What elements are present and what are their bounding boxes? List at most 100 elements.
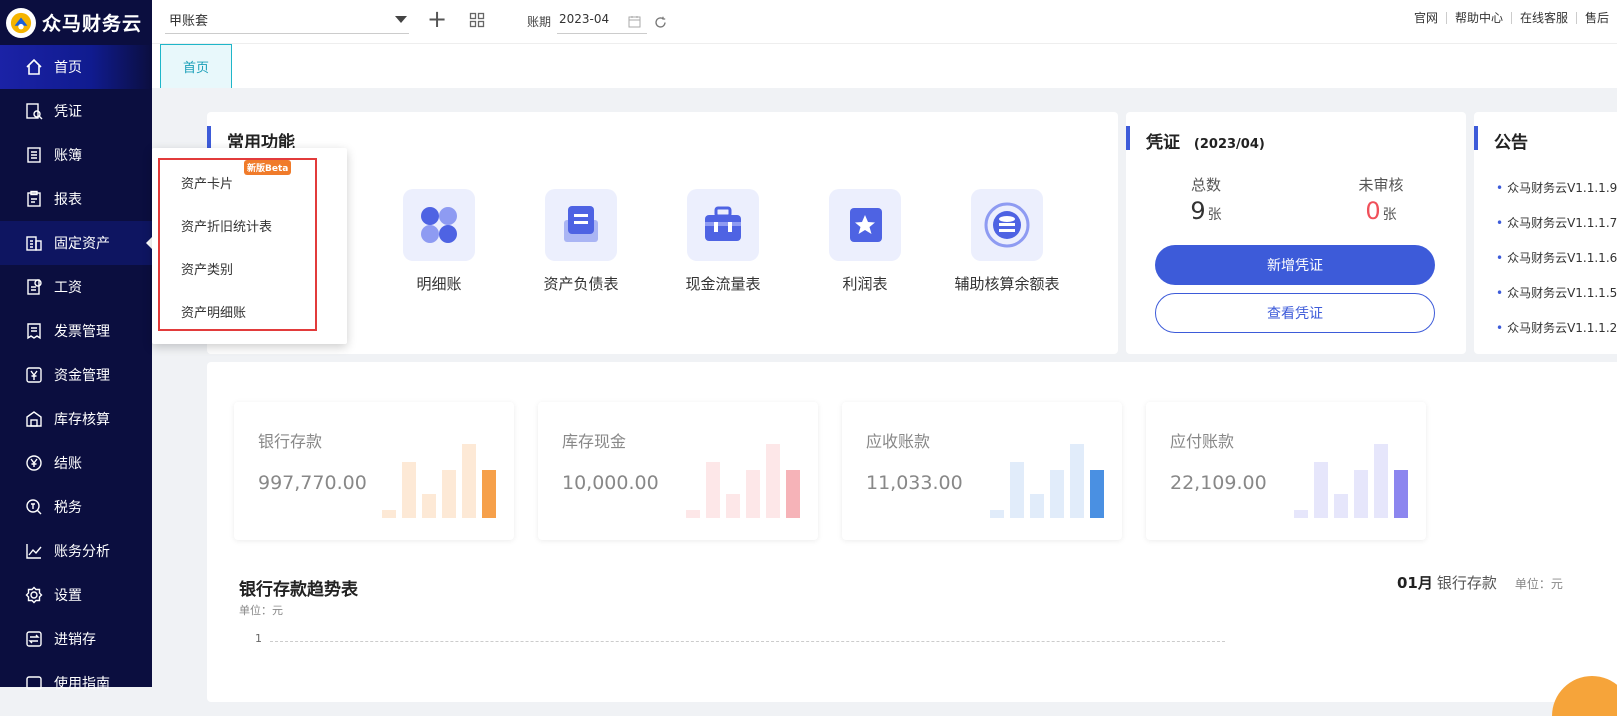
voucher-period: (2023/04)	[1193, 137, 1265, 152]
voucher-icon	[24, 101, 44, 121]
sidebar-item-report[interactable]: 报表	[0, 177, 152, 221]
func-cash-flow[interactable]: 现金流量表	[658, 189, 788, 294]
link-help-center[interactable]: 帮助中心	[1445, 12, 1511, 24]
warehouse-icon	[24, 409, 44, 429]
kpi-sparkbar-icon	[382, 444, 496, 518]
kpi-bank-deposit[interactable]: 银行存款 997,770.00	[234, 402, 514, 540]
announcement-item[interactable]: 众马财务云V1.1.1.7固	[1496, 214, 1617, 231]
add-account-button[interactable]: +	[427, 7, 447, 31]
sidebar-item-label: 资金管理	[54, 368, 110, 384]
yen-icon	[24, 365, 44, 385]
func-profit[interactable]: 利润表	[800, 189, 930, 294]
sidebar-item-home[interactable]: 首页	[0, 45, 152, 89]
kpi-payable[interactable]: 应付账款 22,109.00	[1146, 402, 1426, 540]
new-voucher-button[interactable]: 新增凭证	[1155, 245, 1435, 285]
sidebar-item-ledger[interactable]: 账簿	[0, 133, 152, 177]
kpi-value: 10,000.00	[562, 472, 659, 494]
sidebar-item-settings[interactable]: 设置	[0, 573, 152, 617]
kpi-title: 应付账款	[1170, 432, 1235, 451]
chart-gridline	[270, 641, 1225, 642]
sidebar-item-label: 账簿	[54, 148, 82, 164]
sidebar-item-settle[interactable]: 结账	[0, 441, 152, 485]
trend-unit: 单位：元	[239, 604, 283, 617]
period-value: 2023-04	[559, 12, 610, 26]
gear-icon	[24, 585, 44, 605]
kpi-title: 库存现金	[562, 432, 627, 451]
sidebar-item-invoice[interactable]: 发票管理	[0, 309, 152, 353]
link-official-site[interactable]: 官网	[1406, 12, 1446, 24]
topbar: 甲账套 + 账期 2023-04 官网 帮助中心 在线客服 售后	[152, 0, 1617, 44]
submenu-asset-category[interactable]: 资产类别	[181, 259, 233, 278]
view-voucher-button[interactable]: 查看凭证	[1155, 293, 1435, 333]
home-icon	[24, 57, 44, 77]
trend-month: 01月	[1397, 574, 1433, 592]
submenu-asset-card[interactable]: 资产卡片	[181, 173, 233, 192]
func-detail-ledger[interactable]: 明细账	[374, 189, 504, 294]
sidebar-item-fixed-assets[interactable]: 固定资产	[0, 221, 152, 265]
sidebar-item-inventory[interactable]: 库存核算	[0, 397, 152, 441]
sidebar-item-label: 使用指南	[54, 676, 110, 692]
kpi-value: 11,033.00	[866, 472, 963, 494]
balance-sheet-icon	[545, 189, 617, 261]
detail-ledger-icon	[403, 189, 475, 261]
kpi-receivable[interactable]: 应收账款 11,033.00	[842, 402, 1122, 540]
aux-balance-icon	[971, 189, 1043, 261]
link-online-service[interactable]: 在线客服	[1510, 12, 1576, 24]
tax-icon	[24, 497, 44, 517]
announcement-item[interactable]: 众马财务云V1.1.1.5基	[1496, 284, 1617, 301]
func-label: 辅助核算余额表	[954, 275, 1060, 293]
sidebar-item-label: 结账	[54, 456, 82, 472]
sidebar-item-analysis[interactable]: 账务分析	[0, 529, 152, 573]
top-links: 官网 帮助中心 在线客服 售后	[1406, 12, 1617, 24]
sidebar-item-label: 进销存	[54, 632, 96, 648]
func-label: 现金流量表	[685, 275, 761, 293]
report-icon	[24, 189, 44, 209]
profit-icon	[829, 189, 901, 261]
submenu-asset-detail-ledger[interactable]: 资产明细账	[181, 302, 246, 321]
logo[interactable]: 众马财务云	[0, 0, 152, 45]
sidebar: 众马财务云 首页 凭证 账簿 报表 固定资产 工资 发票管理 资金管理 库存核算…	[0, 0, 152, 692]
sidebar-item-tax[interactable]: 税务	[0, 485, 152, 529]
announcement-item[interactable]: 众马财务云V1.1.1.9工	[1496, 179, 1617, 196]
brand-logo-icon	[6, 7, 36, 38]
tab-bar: 首页	[152, 44, 1617, 88]
sidebar-item-label: 固定资产	[54, 236, 110, 252]
account-select[interactable]: 甲账套	[165, 6, 409, 34]
brand-name: 众马财务云	[42, 13, 143, 35]
sidebar-item-funds[interactable]: 资金管理	[0, 353, 152, 397]
settle-icon	[24, 453, 44, 473]
period-input[interactable]: 2023-04	[557, 6, 647, 34]
voucher-unreviewed-value: 0	[1365, 197, 1381, 225]
y-axis-tick: 1	[255, 632, 262, 645]
account-select-value: 甲账套	[169, 14, 209, 29]
voucher-total-value: 9	[1190, 197, 1206, 225]
fixed-assets-submenu: 资产卡片 新版Beta 资产折旧统计表 资产类别 资产明细账	[152, 148, 347, 344]
kpi-cash[interactable]: 库存现金 10,000.00	[538, 402, 818, 540]
submenu-depreciation-stats[interactable]: 资产折旧统计表	[181, 216, 272, 235]
sidebar-item-salary[interactable]: 工资	[0, 265, 152, 309]
refresh-icon[interactable]	[654, 14, 667, 33]
announcement-item[interactable]: 众马财务云V1.1.1.6基	[1496, 249, 1617, 266]
voucher-unreviewed: 未审核 0张	[1358, 176, 1404, 225]
trend-filter[interactable]: 01月 银行存款 单位：元	[1397, 572, 1563, 593]
sidebar-item-guide[interactable]: 使用指南	[0, 661, 152, 705]
chart-line-icon	[24, 541, 44, 561]
announcement-item[interactable]: 众马财务云V1.1.1.2期	[1496, 319, 1617, 336]
func-balance-sheet[interactable]: 资产负债表	[516, 189, 646, 294]
grid-icon[interactable]	[469, 12, 485, 32]
sidebar-item-psi[interactable]: 进销存	[0, 617, 152, 661]
sidebar-item-label: 库存核算	[54, 412, 110, 428]
sidebar-item-voucher[interactable]: 凭证	[0, 89, 152, 133]
period-label: 账期	[527, 15, 552, 29]
sidebar-nav: 首页 凭证 账簿 报表 固定资产 工资 发票管理 资金管理 库存核算 结账 税务…	[0, 45, 152, 705]
voucher-panel: 凭证 (2023/04) 总数 9张 未审核 0张 新增凭证 查看凭证	[1126, 112, 1466, 354]
kpi-sparkbar-icon	[686, 444, 800, 518]
link-after-sales[interactable]: 售后	[1575, 12, 1617, 24]
kpi-value: 22,109.00	[1170, 472, 1267, 494]
kpi-sparkbar-icon	[1294, 444, 1408, 518]
tab-home[interactable]: 首页	[160, 44, 232, 88]
func-label: 资产负债表	[543, 275, 619, 293]
func-aux-balance[interactable]: 辅助核算余额表	[942, 189, 1072, 294]
func-label: 明细账	[416, 275, 462, 293]
cash-flow-icon	[687, 189, 759, 261]
